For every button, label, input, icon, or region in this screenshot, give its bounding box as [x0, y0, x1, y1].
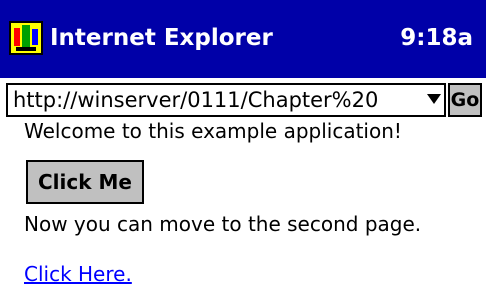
next-page-text: Now you can move to the second page.	[24, 212, 422, 236]
window-title: Internet Explorer	[50, 25, 273, 51]
go-button[interactable]: Go	[448, 83, 482, 117]
address-combo[interactable]: http://winserver/0111/Chapter%20	[6, 83, 446, 117]
welcome-text: Welcome to this example application!	[24, 119, 402, 143]
chevron-down-icon[interactable]	[427, 94, 441, 104]
click-me-button[interactable]: Click Me	[26, 160, 144, 204]
address-input[interactable]: http://winserver/0111/Chapter%20	[13, 85, 413, 115]
title-bar: Internet Explorer 9:18a	[0, 0, 486, 78]
clock[interactable]: 9:18a	[400, 20, 473, 56]
click-here-link[interactable]: Click Here.	[24, 262, 132, 286]
address-bar: http://winserver/0111/Chapter%20 Go	[0, 78, 486, 122]
internet-explorer-icon[interactable]	[8, 20, 44, 56]
